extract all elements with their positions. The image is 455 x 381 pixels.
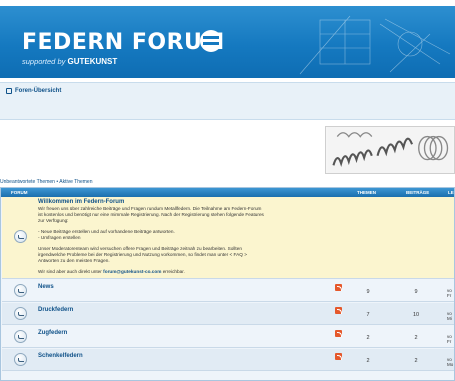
contact-suffix: erreichbar.	[162, 269, 185, 274]
welcome-announcement: Willkommen im Federn-Forum Wir freuen un…	[2, 197, 454, 279]
forum-list: FORUM THEMEN BEITRÄGE LE Willkommen im F…	[0, 187, 455, 381]
last-post-info: vo Fr	[447, 288, 452, 298]
site-header: FEDERN FORUM supported by GUTEKUNST	[0, 6, 455, 78]
topic-count: 2	[366, 335, 370, 341]
breadcrumb-home-link[interactable]: Foren-Übersicht	[15, 88, 61, 94]
logo-spring-icon	[200, 30, 222, 52]
forum-read-icon	[14, 230, 27, 243]
announcement-title[interactable]: Willkommen im Federn-Forum	[38, 199, 124, 205]
last-post-line: Fr	[447, 293, 452, 298]
last-post-info: vo Mo	[447, 357, 453, 367]
col-forum: FORUM	[11, 190, 28, 195]
topic-count: 7	[366, 312, 370, 318]
breadcrumb-bar: Foren-Übersicht	[0, 82, 455, 120]
topic-count: 9	[366, 289, 370, 295]
forum-row-news[interactable]: News 9 9 vo Fr	[2, 280, 454, 302]
post-count: 10	[412, 312, 420, 318]
contact-email-link[interactable]: forum@gutekunst-co.com	[103, 269, 161, 274]
springs-photo	[325, 126, 455, 174]
quicklinks-separator: •	[56, 179, 59, 185]
rss-feed-icon[interactable]	[335, 307, 342, 314]
forum-row-zugfedern[interactable]: Zugfedern 2 2 vo Fr	[2, 326, 454, 348]
last-post-line: Mi	[447, 316, 452, 321]
forum-read-icon	[14, 284, 27, 297]
rss-feed-icon[interactable]	[335, 353, 342, 360]
tagline-brand: GUTEKUNST	[67, 57, 118, 66]
forum-read-icon	[14, 353, 27, 366]
contact-prefix: Wir sind aber auch direkt unter	[38, 269, 102, 274]
active-topics-link[interactable]: Aktive Themen	[59, 179, 92, 185]
announcement-contact: Wir sind aber auch direkt unter forum@gu…	[38, 269, 348, 275]
post-count: 9	[414, 289, 418, 295]
home-icon	[6, 88, 12, 94]
forum-table-header: FORUM THEMEN BEITRÄGE LE	[1, 188, 454, 197]
site-tagline: supported by GUTEKUNST	[22, 57, 117, 66]
col-posts: BEITRÄGE	[406, 190, 430, 195]
post-count: 2	[414, 358, 418, 364]
rss-feed-icon[interactable]	[335, 284, 342, 291]
site-logo-text[interactable]: FEDERN FORUM	[22, 30, 225, 55]
post-count: 2	[414, 335, 418, 341]
last-post-line: Fr	[447, 339, 452, 344]
forum-title-link[interactable]: News	[38, 284, 54, 290]
forum-read-icon	[14, 307, 27, 320]
unanswered-topics-link[interactable]: Unbeantwortete Themen	[0, 179, 55, 185]
last-post-info: vo Fr	[447, 334, 452, 344]
forum-row-schenkelfedern[interactable]: Schenkelfedern 2 2 vo Mo	[2, 349, 454, 371]
forum-title-link[interactable]: Druckfedern	[38, 307, 73, 313]
breadcrumb[interactable]: Foren-Übersicht	[6, 88, 61, 94]
technical-drawing-icon	[299, 15, 451, 75]
col-last-post: LE	[448, 190, 454, 195]
col-topics: THEMEN	[357, 190, 376, 195]
forum-row-druckfedern[interactable]: Druckfedern 7 10 vo Mi	[2, 303, 454, 325]
announcement-body: Wir freuen uns über zahlreiche Beiträge …	[38, 206, 348, 275]
last-post-line: Mo	[447, 362, 454, 367]
quick-links: Unbeantwortete Themen • Aktive Themen	[0, 179, 93, 185]
rss-feed-icon[interactable]	[335, 330, 342, 337]
forum-title-link[interactable]: Zugfedern	[38, 330, 67, 336]
last-post-info: vo Mi	[447, 311, 452, 321]
forum-read-icon	[14, 330, 27, 343]
tagline-prefix: supported by	[22, 57, 66, 66]
forum-title-link[interactable]: Schenkelfedern	[38, 353, 83, 359]
topic-count: 2	[366, 358, 370, 364]
